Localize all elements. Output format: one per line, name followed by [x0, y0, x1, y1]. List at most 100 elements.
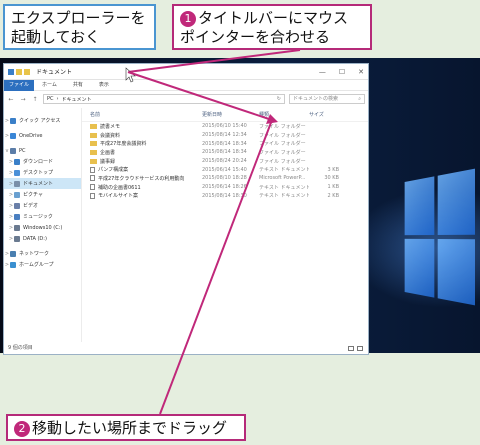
- navigation-pane: > クイック アクセス > OneDrive v PC > ダウンロード > デスクトップ > ドキュ…: [4, 108, 82, 342]
- address-pc[interactable]: PC: [47, 96, 54, 102]
- file-row[interactable]: 議事録 2015/08/24 20:24 ファイル フォルダー: [82, 157, 368, 166]
- address-bar[interactable]: PC › ドキュメント ↻: [43, 94, 285, 104]
- explorer-window[interactable]: ドキュメント — ☐ ✕ ファイル ホーム 共有 表示 ← → ↑ PC › ド…: [3, 63, 369, 355]
- callout-step1-line1: タイトルバーにマウス: [198, 9, 349, 27]
- sidebar-item[interactable]: > OneDrive: [4, 130, 81, 141]
- file-name: 読書メモ: [100, 123, 121, 130]
- sidebar-item[interactable]: > ピクチャ: [4, 189, 81, 200]
- refresh-icon[interactable]: ↻: [277, 96, 281, 102]
- large-icons-view-icon[interactable]: [357, 345, 363, 351]
- file-icon: [90, 166, 95, 173]
- status-bar: 9 個の項目: [4, 342, 368, 354]
- address-folder[interactable]: ドキュメント: [62, 96, 92, 103]
- folder-icon: [90, 158, 97, 164]
- file-type: ファイル フォルダー: [259, 132, 306, 139]
- file-name: パンフ構成案: [98, 167, 129, 174]
- navigation-bar: ← → ↑ PC › ドキュメント ↻ ドキュメントの検索 ⌕: [4, 91, 368, 107]
- callout-step1-line2: ポインターを合わせる: [180, 28, 331, 46]
- sidebar-item-icon: [14, 169, 20, 176]
- file-date: 2015/06/14 18:26: [202, 184, 247, 191]
- file-row[interactable]: モバイルサイト案 2015/08/14 18:30 テキスト ドキュメント 2 KB: [82, 192, 368, 201]
- file-name: 議事録: [100, 158, 116, 165]
- file-type: ファイル フォルダー: [259, 123, 306, 130]
- window-title: ドキュメント: [36, 69, 73, 76]
- sidebar-item-label: DATA (D:): [23, 235, 47, 242]
- file-row[interactable]: 平成27年クラウドサービスの利用動向 2015/08/10 18:28 Micros…: [82, 174, 368, 183]
- maximize-button[interactable]: ☐: [339, 68, 345, 76]
- file-list: 名前 更新日時 種類 サイズ 読書メモ 2015/06/10 15:40 ファイル …: [82, 108, 368, 342]
- file-name: モバイルサイト案: [98, 193, 139, 200]
- file-name: 会議資料: [100, 132, 121, 139]
- file-type: Microsoft PowerP...: [259, 175, 306, 182]
- sidebar-item[interactable]: > DATA (D:): [4, 233, 81, 244]
- sidebar-item-label: ビデオ: [23, 203, 39, 209]
- column-headers: 名前 更新日時 種類 サイズ: [82, 108, 368, 122]
- tab-file[interactable]: ファイル: [4, 79, 35, 91]
- folder-icon: [90, 149, 97, 155]
- item-count: 9 個の項目: [8, 345, 33, 351]
- sidebar-item-label: ドキュメント: [23, 181, 54, 187]
- tab-share[interactable]: 共有: [65, 80, 91, 91]
- file-row[interactable]: パンフ構成案 2015/06/14 15:40 テキスト ドキュメント 3 KB: [82, 165, 368, 174]
- search-icon: ⌕: [358, 96, 361, 102]
- file-size: 2 KB: [327, 192, 339, 199]
- step2-badge: 2: [14, 421, 30, 437]
- close-button[interactable]: ✕: [358, 68, 364, 76]
- sidebar-item-icon: [10, 132, 16, 139]
- column-header-name[interactable]: 名前: [90, 111, 202, 118]
- tab-home[interactable]: ホーム: [34, 80, 65, 91]
- minimize-button[interactable]: —: [319, 68, 326, 76]
- file-row[interactable]: 補助の企画書0611 2015/06/14 18:26 テキスト ドキュメント 1 K…: [82, 183, 368, 192]
- sidebar-item[interactable]: v PC: [4, 145, 81, 156]
- details-view-icon[interactable]: [348, 345, 354, 351]
- file-name: 補助の企画書0611: [98, 184, 141, 191]
- file-type: ファイル フォルダー: [259, 141, 306, 148]
- column-header-type[interactable]: 種類: [259, 111, 309, 118]
- sidebar-item[interactable]: > Windows10 (C:): [4, 222, 81, 233]
- column-header-size[interactable]: サイズ: [309, 111, 339, 118]
- sidebar-item[interactable]: > ミュージック: [4, 211, 81, 222]
- file-size: 30 KB: [324, 175, 339, 182]
- file-name: 企画書: [100, 149, 116, 156]
- sidebar-item-icon: [10, 261, 16, 268]
- tab-view[interactable]: 表示: [91, 80, 117, 91]
- sidebar-item[interactable]: > デスクトップ: [4, 167, 81, 178]
- sidebar-item-label: OneDrive: [19, 132, 43, 139]
- back-button[interactable]: ←: [7, 96, 15, 103]
- up-button[interactable]: ↑: [31, 96, 39, 103]
- sidebar-item[interactable]: > ダウンロード: [4, 156, 81, 167]
- file-name: 平成27年度会議資料: [100, 141, 147, 148]
- file-size: 1 KB: [327, 184, 339, 191]
- search-placeholder: ドキュメントの検索: [293, 96, 339, 102]
- file-date: 2015/08/14 12:34: [202, 132, 247, 139]
- step1-badge: 1: [180, 11, 196, 27]
- title-bar[interactable]: ドキュメント — ☐ ✕: [4, 64, 368, 80]
- sidebar-item-icon: [14, 224, 20, 231]
- column-header-date[interactable]: 更新日時: [202, 111, 259, 118]
- sidebar-item-icon: [14, 158, 20, 165]
- sidebar-item[interactable]: > ホームグループ: [4, 259, 81, 270]
- new-folder-icon[interactable]: [24, 68, 30, 75]
- file-size: 3 KB: [327, 166, 339, 173]
- sidebar-item-icon: [14, 191, 20, 198]
- search-input[interactable]: ドキュメントの検索 ⌕: [289, 94, 365, 104]
- sidebar-item-label: ミュージック: [23, 214, 53, 220]
- sidebar-item-icon: [10, 117, 16, 124]
- sidebar-item[interactable]: > クイック アクセス: [4, 115, 81, 126]
- forward-button[interactable]: →: [19, 96, 27, 103]
- callout-launch-explorer: エクスプローラーを 起動しておく: [3, 4, 156, 50]
- quick-access-folder-icon[interactable]: [16, 68, 22, 75]
- file-row[interactable]: 企画書 2015/08/14 18:34 ファイル フォルダー: [82, 148, 368, 157]
- callout-launch-line1: エクスプローラーを: [11, 9, 146, 27]
- sidebar-item[interactable]: > ネットワーク: [4, 248, 81, 259]
- file-type: テキスト ドキュメント: [259, 167, 309, 174]
- sidebar-item-icon: [14, 213, 20, 220]
- explorer-app-icon: [8, 68, 14, 75]
- file-row[interactable]: 会議資料 2015/08/14 12:34 ファイル フォルダー: [82, 131, 368, 140]
- sidebar-item-icon: [14, 180, 20, 187]
- sidebar-item[interactable]: > ドキュメント: [4, 178, 81, 189]
- sidebar-item[interactable]: > ビデオ: [4, 200, 81, 211]
- sidebar-item-label: ホームグループ: [19, 262, 54, 268]
- file-row[interactable]: 平成27年度会議資料 2015/08/14 18:34 ファイル フォルダー: [82, 139, 368, 148]
- file-row[interactable]: 読書メモ 2015/06/10 15:40 ファイル フォルダー: [82, 122, 368, 131]
